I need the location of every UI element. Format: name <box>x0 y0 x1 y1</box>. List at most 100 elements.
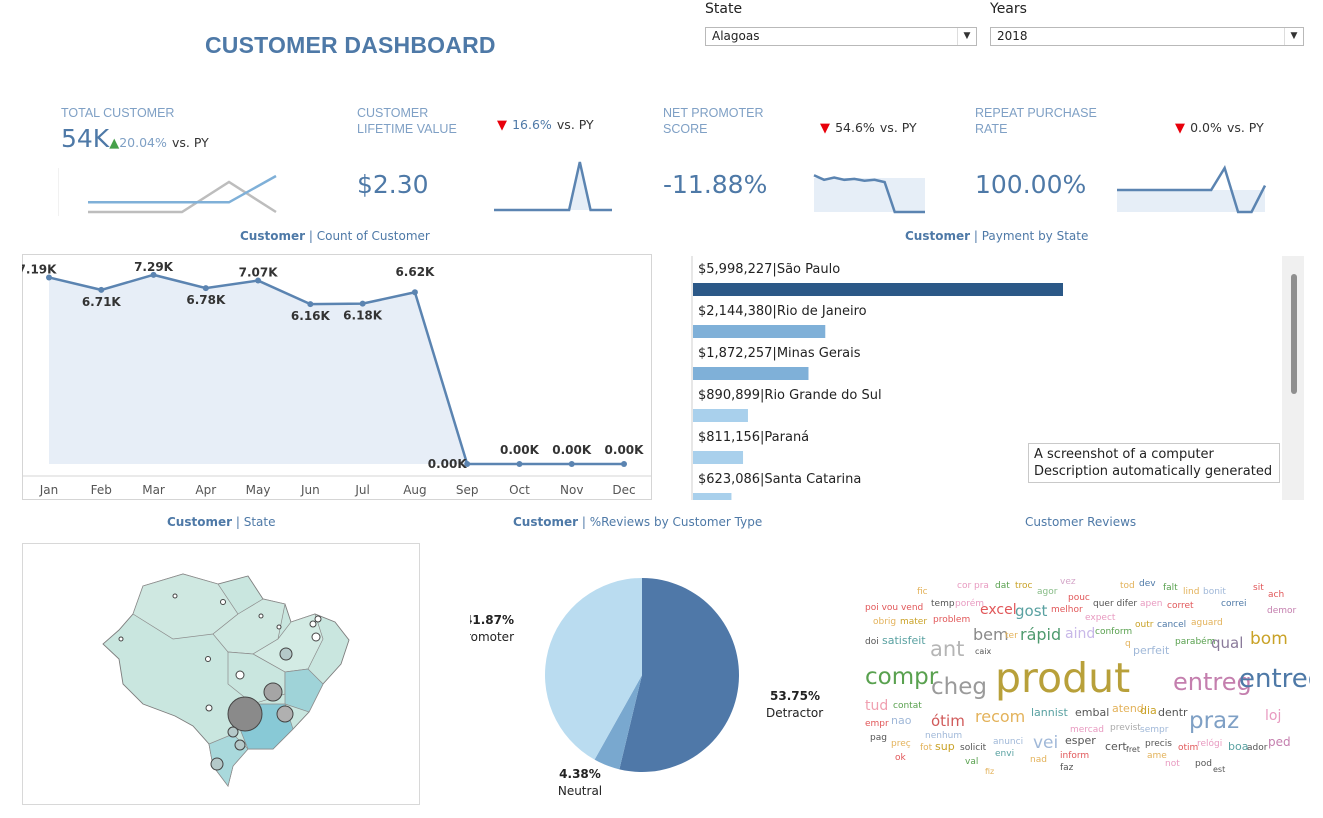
x-tick-label: Dec <box>612 483 635 497</box>
bar-label: $5,998,227|São Paulo <box>698 262 840 277</box>
svg-text:gost: gost <box>1015 602 1048 620</box>
tooltip-line-1: A screenshot of a computer <box>1034 447 1214 462</box>
kpi-total-customer-label: TOTAL CUSTOMER <box>61 106 175 120</box>
svg-text:empr: empr <box>865 719 889 729</box>
svg-text:poi vou vend: poi vou vend <box>865 603 923 613</box>
svg-text:boa: boa <box>1228 740 1248 753</box>
total-customer-sparkline <box>58 168 277 216</box>
svg-text:satisfeit: satisfeit <box>882 634 926 647</box>
svg-text:cor pra: cor pra <box>957 581 989 591</box>
state-filter-value: Alagoas <box>712 29 760 43</box>
payment-scrollbar[interactable] <box>1282 256 1304 500</box>
kpi-repeat-suffix: vs. PY <box>1226 120 1264 135</box>
svg-text:rápid: rápid <box>1020 625 1061 644</box>
reviews-by-type-pie: 53.75% Detractor 4.38% Neutral 41.87% Promote… <box>470 578 823 798</box>
svg-text:otim: otim <box>1178 743 1198 753</box>
svg-text:doi: doi <box>865 637 879 647</box>
pie-percent-label: 53.75% <box>770 689 820 703</box>
svg-text:apen: apen <box>1140 599 1162 609</box>
brazil-state-map[interactable] <box>22 543 420 805</box>
data-label: 7.19K <box>22 262 57 276</box>
x-tick-label: Feb <box>91 483 112 497</box>
data-point[interactable] <box>98 286 105 293</box>
svg-text:anunci: anunci <box>993 737 1023 747</box>
svg-text:sit: sit <box>1253 583 1264 593</box>
svg-text:envi: envi <box>995 749 1014 759</box>
bar-label: $1,872,257|Minas Gerais <box>698 346 861 361</box>
kpi-total-customer: 54K▲20.04% vs. PY <box>61 124 209 153</box>
state-filter-label: State <box>705 1 743 17</box>
data-label: 7.07K <box>239 266 279 280</box>
image-tooltip: A screenshot of a computer Description a… <box>1028 443 1280 483</box>
scrollbar-thumb[interactable] <box>1291 274 1297 394</box>
kpi-repeat-delta-row: ▼ 0.0% vs. PY <box>1175 117 1264 136</box>
bar-label: $811,156|Paraná <box>698 430 809 445</box>
pie-category-label: Neutral <box>558 784 602 798</box>
map-canvas <box>102 573 350 788</box>
chevron-down-icon[interactable]: ▼ <box>957 28 976 45</box>
svg-text:loj: loj <box>1265 708 1281 724</box>
data-point[interactable] <box>621 461 627 467</box>
page-title: CUSTOMER DASHBOARD <box>205 32 496 58</box>
svg-text:compr: compr <box>865 664 939 690</box>
data-label: 6.18K <box>343 309 383 323</box>
svg-text:pag: pag <box>870 733 887 743</box>
bar[interactable] <box>693 325 826 338</box>
kpi-nps-value: -11.88% <box>663 170 768 199</box>
svg-text:vei: vei <box>1033 733 1058 753</box>
svg-text:q: q <box>1125 639 1131 649</box>
state-filter-select[interactable]: Alagoas ▼ <box>705 27 977 46</box>
kpi-clv-suffix: vs. PY <box>556 117 594 132</box>
svg-text:fiz: fiz <box>985 767 994 776</box>
svg-text:ped: ped <box>1268 735 1291 749</box>
data-point[interactable] <box>202 285 209 292</box>
svg-text:outr: outr <box>1135 620 1154 630</box>
svg-text:ótim: ótim <box>931 712 965 730</box>
svg-text:praz: praz <box>1189 708 1239 734</box>
kpi-clv-value: $2.30 <box>357 170 429 199</box>
x-tick-label: Oct <box>509 483 530 497</box>
svg-text:tod: tod <box>1120 581 1135 591</box>
kpi-clv-label: CUSTOMER LIFETIME VALUE <box>357 106 457 136</box>
bar-label: $623,086|Santa Catarina <box>698 472 861 487</box>
years-filter-label: Years <box>990 1 1027 17</box>
data-point[interactable] <box>568 461 575 467</box>
data-point[interactable] <box>307 301 314 308</box>
years-filter-select[interactable]: 2018 ▼ <box>990 27 1304 46</box>
svg-text:ant: ant <box>930 637 964 661</box>
bar[interactable] <box>693 451 744 464</box>
svg-text:qual: qual <box>1211 634 1243 652</box>
x-tick-label: Nov <box>560 483 583 497</box>
data-point[interactable] <box>411 289 418 296</box>
x-tick-label: Jun <box>300 483 320 497</box>
data-label: 6.16K <box>291 309 331 323</box>
x-tick-label: Jan <box>39 483 59 497</box>
bar[interactable] <box>693 283 1063 296</box>
pie-percent-label: 4.38% <box>559 767 601 781</box>
bar[interactable] <box>693 493 732 500</box>
svg-text:entreg: entreg <box>1239 664 1310 694</box>
svg-text:troc: troc <box>1015 581 1033 591</box>
x-tick-label: May <box>246 483 271 497</box>
bar[interactable] <box>693 409 748 422</box>
data-point[interactable] <box>516 461 523 467</box>
years-filter-value: 2018 <box>997 29 1028 43</box>
pie-category-label: Promoter <box>470 630 514 644</box>
svg-text:problem: problem <box>933 615 970 625</box>
data-point[interactable] <box>359 300 366 307</box>
reviews-pie-title: Customer | %Reviews by Customer Type <box>513 515 763 529</box>
bar[interactable] <box>693 367 809 380</box>
kpi-nps-suffix: vs. PY <box>879 120 917 135</box>
down-triangle-icon: ▼ <box>497 118 507 133</box>
svg-text:ok: ok <box>895 753 907 763</box>
bar-label: $890,899|Rio Grande do Sul <box>698 388 882 403</box>
x-tick-label: Apr <box>195 483 216 497</box>
svg-text:preç: preç <box>891 739 911 749</box>
svg-text:bem: bem <box>973 625 1009 644</box>
chevron-down-icon[interactable]: ▼ <box>1284 28 1303 45</box>
svg-text:dat: dat <box>995 581 1010 591</box>
svg-text:relógi: relógi <box>1197 738 1222 749</box>
svg-text:contat: contat <box>893 701 922 711</box>
svg-text:esper: esper <box>1065 734 1096 747</box>
svg-text:sup: sup <box>935 740 955 753</box>
